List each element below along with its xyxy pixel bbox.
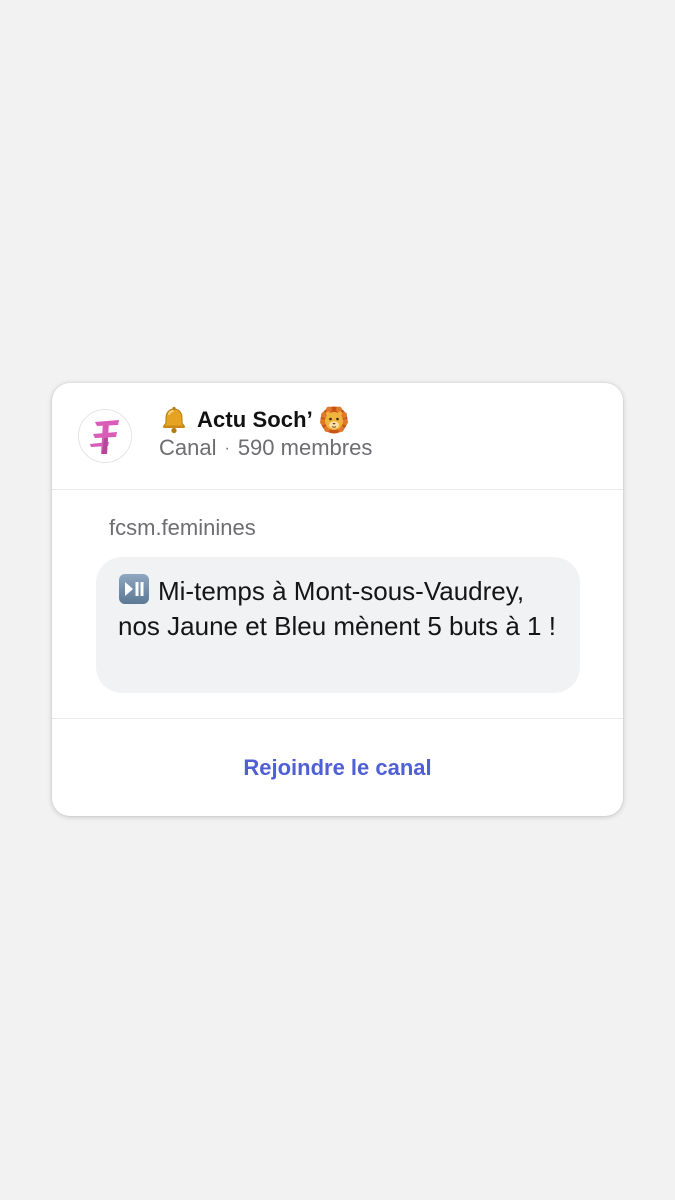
ff-logo-icon: [79, 410, 131, 462]
channel-type-label: Canal: [159, 435, 217, 460]
channel-title: Actu Soch’: [197, 407, 313, 432]
lion-icon: [319, 405, 349, 435]
channel-title-row: Actu Soch’: [159, 403, 349, 437]
subtitle-separator: ·: [224, 440, 230, 457]
post-sender: fcsm.feminines: [109, 515, 256, 540]
channel-avatar: [78, 409, 132, 463]
header-divider: [52, 489, 623, 490]
message-bubble: Mi-temps à Mont-sous-Vaudrey, nos Jaune …: [96, 557, 580, 693]
join-channel-button[interactable]: Rejoindre le canal: [52, 719, 623, 816]
channel-preview-card: Actu Soch’ Canal · 590 membres fcsm.femi…: [52, 383, 623, 816]
play-pause-icon: [118, 573, 150, 605]
message-text: Mi-temps à Mont-sous-Vaudrey, nos Jaune …: [118, 576, 556, 641]
bell-icon: [159, 405, 189, 435]
channel-header: Actu Soch’ Canal · 590 membres: [52, 383, 623, 489]
member-count: 590 membres: [237, 435, 373, 460]
channel-subtitle: Canal · 590 membres: [159, 435, 372, 461]
